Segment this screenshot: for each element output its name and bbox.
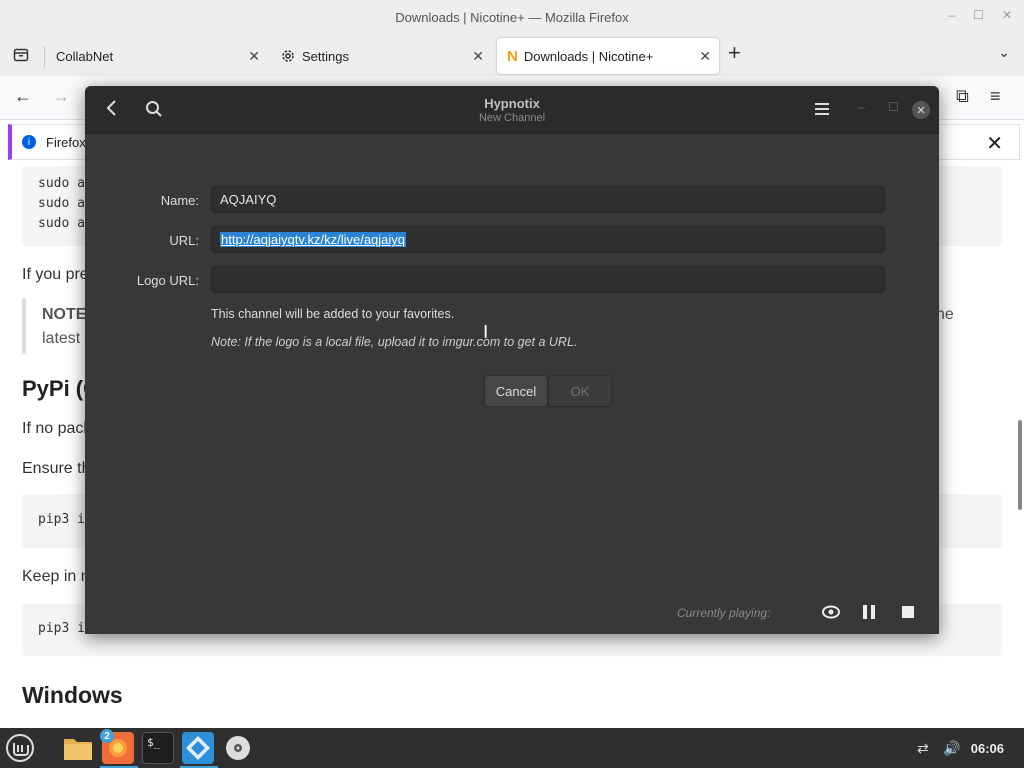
firefox-view-icon[interactable] [8, 42, 34, 68]
minimize-icon[interactable]: – [948, 8, 955, 22]
heading-windows: Windows [22, 682, 123, 708]
logo-url-label: Logo URL: [136, 273, 199, 288]
eye-icon[interactable] [822, 603, 840, 626]
hamburger-menu-icon[interactable] [814, 101, 830, 122]
new-tab-button[interactable]: + [728, 42, 741, 64]
window-title: Hypnotix [484, 96, 540, 111]
paragraph: If you pre [22, 266, 89, 283]
logo-note: Note: If the logo is a local file, uploa… [211, 335, 578, 349]
logo-url-input[interactable] [211, 266, 885, 293]
volume-icon[interactable]: 🔊 [943, 740, 960, 757]
menu-icon[interactable]: ≡ [990, 86, 1001, 107]
note-label: NOTE [42, 306, 87, 323]
hypnotix-window: Hypnotix New Channel – ☐ ✕ Name: AQJAIYQ… [85, 86, 939, 634]
player-bar: Currently playing: [85, 591, 939, 634]
firefox-titlebar: Downloads | Nicotine+ — Mozilla Firefox … [0, 0, 1024, 34]
terminal-icon[interactable]: $_ [142, 732, 174, 764]
tab-label: Settings [302, 48, 349, 64]
page-scrollbar[interactable] [1018, 420, 1022, 510]
favorites-info: This channel will be added to your favor… [211, 307, 455, 321]
note-text: latest [42, 330, 81, 347]
files-icon[interactable] [62, 732, 94, 764]
disc-icon[interactable] [222, 732, 254, 764]
name-label: Name: [160, 193, 199, 208]
tab-collabnet[interactable]: CollabNet ✕ [46, 38, 268, 74]
pause-icon[interactable] [862, 603, 876, 626]
paragraph: If no pack [22, 420, 92, 437]
minimize-icon[interactable]: – [858, 100, 865, 114]
close-notification-icon[interactable]: ✕ [986, 131, 1003, 156]
notification-text: Firefox [46, 134, 86, 150]
tab-bar: CollabNet ✕ Settings ✕ N Downloads | Nic… [0, 34, 1024, 76]
cancel-button[interactable]: Cancel [484, 375, 548, 407]
ok-button[interactable]: OK [548, 375, 612, 407]
close-tab-icon[interactable]: ✕ [472, 48, 484, 65]
currently-playing-label: Currently playing: [677, 606, 771, 620]
hypnotix-headerbar: Hypnotix New Channel – ☐ ✕ [85, 86, 939, 134]
back-icon[interactable]: ← [14, 86, 32, 107]
close-tab-icon[interactable]: ✕ [248, 48, 260, 65]
gear-icon [282, 50, 294, 62]
extensions-icon[interactable]: ⧉ [956, 86, 969, 107]
url-input[interactable]: http://aqjaiyqtv.kz/kz/live/aqjaiyq [211, 226, 885, 253]
tab-downloads-nicotine[interactable]: N Downloads | Nicotine+ ✕ [497, 38, 719, 74]
name-value: AQJAIYQ [220, 192, 277, 207]
info-icon: i [22, 135, 36, 149]
maximize-icon[interactable]: ☐ [973, 8, 984, 22]
hypnotix-icon[interactable] [182, 732, 214, 764]
code-line: pip3 i [38, 621, 85, 636]
url-label: URL: [169, 233, 199, 248]
notification-badge: 2 [100, 729, 114, 743]
code-line: pip3 i [38, 512, 85, 527]
tab-settings[interactable]: Settings ✕ [270, 38, 492, 74]
clock[interactable]: 06:06 [971, 741, 1004, 756]
stop-icon[interactable] [900, 603, 916, 626]
window-subtitle: New Channel [478, 112, 546, 124]
url-value-selected: http://aqjaiyqtv.kz/kz/live/aqjaiyq [220, 232, 407, 247]
nicotine-icon: N [507, 47, 518, 65]
window-controls: – ☐ ✕ [948, 8, 1012, 22]
text-cursor-icon: I [483, 322, 489, 343]
close-tab-icon[interactable]: ✕ [699, 48, 711, 65]
paragraph: Keep in m [22, 568, 95, 585]
mint-menu-icon[interactable] [4, 732, 36, 764]
close-icon[interactable]: ✕ [912, 101, 930, 119]
network-icon[interactable]: ⇄ [917, 740, 929, 757]
chevron-down-icon[interactable]: ⌄ [998, 44, 1010, 61]
tab-label: Downloads | Nicotine+ [523, 48, 654, 64]
paragraph: Ensure th [22, 460, 91, 477]
name-input[interactable]: AQJAIYQ [211, 186, 885, 213]
taskbar: $_ ⇄ 🔊 06:06 [0, 728, 1024, 768]
window-title: Downloads | Nicotine+ — Mozilla Firefox [395, 9, 629, 25]
tab-separator [44, 46, 45, 68]
tab-label: CollabNet [56, 48, 114, 64]
forward-icon[interactable]: → [52, 86, 70, 107]
close-icon[interactable]: ✕ [1002, 8, 1012, 22]
maximize-icon[interactable]: ☐ [888, 100, 899, 114]
